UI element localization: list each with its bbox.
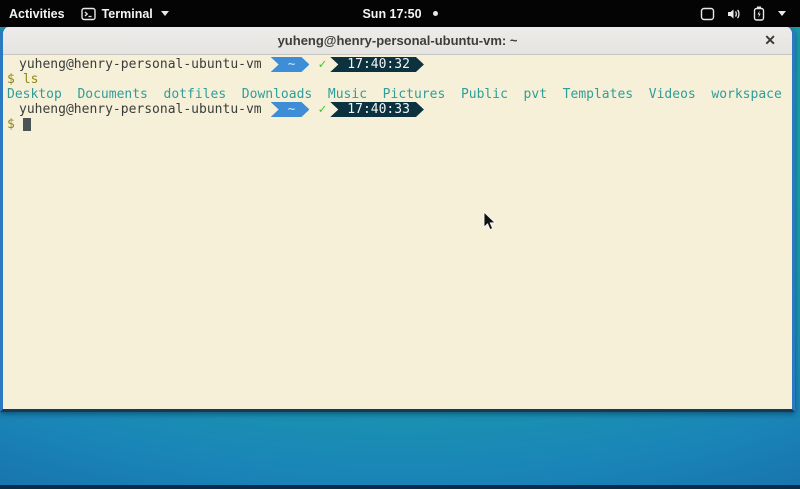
app-menu-label: Terminal xyxy=(102,7,153,21)
system-status-menu[interactable] xyxy=(700,6,786,21)
topbar-right xyxy=(700,6,800,21)
directory-entry: Downloads xyxy=(242,87,312,102)
prompt-line: yuheng@henry-personal-ubuntu-vm ~ ✓ 17:4… xyxy=(19,57,786,72)
screen-icon xyxy=(700,7,715,21)
directory-entry: pvt xyxy=(524,87,547,102)
clock-button[interactable]: Sun 17:50 xyxy=(362,7,437,21)
clock-label: Sun 17:50 xyxy=(362,7,421,21)
input-line: $ xyxy=(7,117,786,132)
directory-entry: Pictures xyxy=(383,87,446,102)
prompt-user-host: yuheng@henry-personal-ubuntu-vm xyxy=(19,57,262,72)
prompt-time: 17:40:33 xyxy=(347,102,410,117)
prompt-path: ~ xyxy=(288,102,296,117)
top-bar: Activities Terminal Sun 17:50 xyxy=(0,0,800,27)
activities-button[interactable]: Activities xyxy=(9,7,65,21)
desktop-bottom-shade xyxy=(0,485,800,489)
window-title: yuheng@henry-personal-ubuntu-vm: ~ xyxy=(278,33,518,48)
success-check-icon: ✓ xyxy=(318,57,326,72)
window-titlebar[interactable]: yuheng@henry-personal-ubuntu-vm: ~ ✕ xyxy=(3,27,792,55)
powerline-time-segment: 17:40:33 xyxy=(330,102,424,117)
terminal-cursor xyxy=(23,118,31,131)
directory-entry: workspace xyxy=(711,87,781,102)
powerline-path-segment: ~ xyxy=(271,102,310,117)
chevron-down-icon xyxy=(161,11,169,16)
terminal-app-icon xyxy=(81,7,96,21)
directory-entry: dotfiles xyxy=(164,87,227,102)
battery-charging-icon xyxy=(753,6,765,21)
directory-entry: Music xyxy=(328,87,367,102)
powerline-path-segment: ~ xyxy=(271,57,310,72)
success-check-icon: ✓ xyxy=(318,102,326,117)
prompt-time: 17:40:32 xyxy=(347,57,410,72)
terminal-content[interactable]: yuheng@henry-personal-ubuntu-vm ~ ✓ 17:4… xyxy=(3,55,792,406)
directory-entry: Documents xyxy=(77,87,147,102)
prompt-path: ~ xyxy=(288,57,296,72)
app-menu-button[interactable]: Terminal xyxy=(81,7,169,21)
prompt-user-host: yuheng@henry-personal-ubuntu-vm xyxy=(19,102,262,117)
volume-icon xyxy=(726,7,742,21)
notification-dot-icon xyxy=(433,11,438,16)
directory-entry: Templates xyxy=(563,87,633,102)
desktop-background: Activities Terminal Sun 17:50 xyxy=(0,0,800,489)
mouse-cursor-icon xyxy=(483,211,497,232)
directory-entry: Videos xyxy=(649,87,696,102)
typed-command: ls xyxy=(23,72,39,87)
directory-listing: Desktop Documents dotfiles Downloads Music Pi… xyxy=(7,87,786,102)
terminal-window: yuheng@henry-personal-ubuntu-vm: ~ ✕ yuh… xyxy=(0,27,795,412)
directory-entry: Desktop xyxy=(7,87,62,102)
powerline-time-segment: 17:40:32 xyxy=(330,57,424,72)
prompt-symbol: $ xyxy=(7,72,15,87)
chevron-down-icon xyxy=(778,11,786,16)
topbar-left: Activities Terminal xyxy=(0,7,700,21)
directory-entry: Public xyxy=(461,87,508,102)
close-icon[interactable]: ✕ xyxy=(758,29,782,51)
prompt-line: yuheng@henry-personal-ubuntu-vm ~ ✓ 17:4… xyxy=(19,102,786,117)
prompt-symbol: $ xyxy=(7,117,15,132)
command-line: $ ls xyxy=(7,72,786,87)
